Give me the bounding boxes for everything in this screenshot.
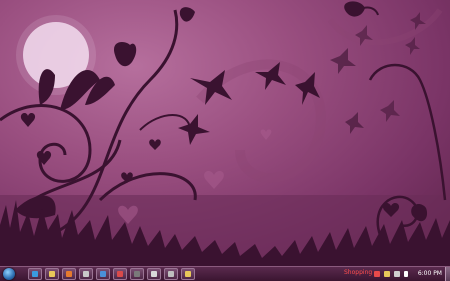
show-desktop-button[interactable]	[445, 267, 450, 281]
app-icon-2[interactable]	[96, 268, 110, 280]
desktop[interactable]	[0, 0, 450, 266]
app-icon-4[interactable]	[130, 268, 144, 280]
ie-icon[interactable]	[28, 268, 42, 280]
explorer-icon[interactable]	[45, 268, 59, 280]
tray-flag-icon[interactable]	[394, 271, 400, 277]
start-button[interactable]	[3, 268, 15, 280]
media-player-icon[interactable]	[62, 268, 76, 280]
system-tray: Shopping 6:00 PM	[340, 267, 450, 281]
tray-app-icon-2[interactable]	[384, 271, 390, 277]
app-icon-1[interactable]	[79, 268, 93, 280]
wallpaper	[0, 1, 450, 266]
app-icon-6[interactable]	[164, 268, 178, 280]
volume-icon[interactable]	[404, 271, 408, 277]
taskbar: Shopping 6:00 PM	[0, 266, 450, 281]
app-icon-3[interactable]	[113, 268, 127, 280]
app-icon-7[interactable]	[181, 268, 195, 280]
app-icon-5[interactable]	[147, 268, 161, 280]
tray-shopping-label[interactable]: Shopping	[344, 269, 372, 276]
tray-app-icon-1[interactable]	[374, 271, 380, 277]
clock[interactable]: 6:00 PM	[418, 270, 442, 277]
